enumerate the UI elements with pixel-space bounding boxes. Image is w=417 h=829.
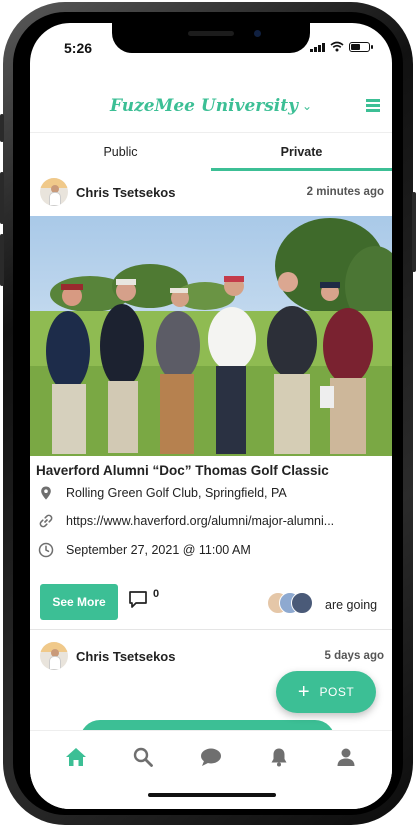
post-header: Chris Tsetsekos 2 minutes ago	[40, 177, 384, 207]
volume-down-button	[0, 234, 4, 286]
status-time: 5:26	[64, 40, 93, 56]
hamburger-menu-icon[interactable]	[366, 99, 380, 114]
post-time: 5 days ago	[324, 650, 384, 662]
app-screen: 5:26 FuzeMee University ⌄ Public Private…	[30, 23, 392, 809]
avatar[interactable]	[40, 178, 68, 206]
chat-icon	[200, 748, 221, 766]
post-divider	[30, 629, 392, 630]
attendee-avatars[interactable]	[267, 592, 313, 614]
event-location: Rolling Green Golf Club, Springfield, PA	[38, 482, 386, 504]
event-datetime-text: September 27, 2021 @ 11:00 AM	[66, 543, 251, 557]
see-more-button[interactable]: See More	[40, 584, 118, 620]
status-icons	[310, 41, 373, 52]
comment-button[interactable]: 0	[128, 588, 160, 609]
attendee-avatar	[291, 592, 313, 614]
link-icon	[39, 514, 53, 528]
battery-icon	[349, 41, 373, 52]
event-title[interactable]: Haverford Alumni “Doc” Thomas Golf Class…	[36, 463, 388, 478]
comment-icon	[129, 591, 147, 608]
avatar[interactable]	[40, 642, 68, 670]
comment-count: 0	[153, 588, 160, 600]
search-icon	[134, 747, 154, 767]
front-camera	[254, 30, 261, 37]
nav-messages[interactable]	[195, 741, 227, 773]
event-link[interactable]: https://www.haverford.org/alumni/major-a…	[38, 510, 386, 532]
event-datetime: September 27, 2021 @ 11:00 AM	[38, 539, 386, 561]
going-text: are going	[325, 598, 378, 612]
post-author[interactable]: Chris Tsetsekos	[76, 185, 307, 200]
home-indicator[interactable]	[148, 793, 276, 797]
profile-icon	[337, 748, 355, 766]
wifi-icon	[330, 41, 344, 52]
event-photo[interactable]	[30, 216, 392, 456]
post-header: Chris Tsetsekos 5 days ago	[40, 641, 384, 671]
bottom-nav	[30, 730, 392, 809]
notch	[112, 23, 310, 53]
feed-tabs: Public Private	[30, 135, 392, 171]
clock-icon	[38, 542, 54, 558]
mute-switch	[0, 114, 4, 142]
speaker-grille	[188, 31, 234, 36]
app-header: FuzeMee University ⌄	[30, 79, 392, 133]
nav-home[interactable]	[60, 741, 92, 773]
tab-private[interactable]: Private	[211, 135, 392, 171]
post-fab-button[interactable]: + POST	[276, 671, 376, 713]
university-switcher[interactable]: FuzeMee University ⌄	[110, 96, 312, 116]
volume-up-button	[0, 172, 4, 224]
event-location-text: Rolling Green Golf Club, Springfield, PA	[66, 486, 287, 500]
home-icon	[65, 748, 86, 766]
post-fab-label: POST	[319, 685, 355, 699]
cellular-signal-icon	[310, 42, 325, 52]
nav-notifications[interactable]	[263, 741, 295, 773]
nav-profile[interactable]	[330, 741, 362, 773]
location-pin-icon	[41, 486, 51, 500]
bell-icon	[271, 748, 287, 767]
plus-icon: +	[297, 681, 310, 703]
nav-search[interactable]	[127, 741, 159, 773]
post-author[interactable]: Chris Tsetsekos	[76, 649, 325, 664]
tab-public[interactable]: Public	[30, 135, 211, 171]
app-title: FuzeMee University	[109, 95, 298, 116]
post-time: 2 minutes ago	[306, 186, 384, 198]
event-link-text[interactable]: https://www.haverford.org/alumni/major-a…	[66, 514, 334, 528]
power-button	[412, 192, 416, 272]
phone-frame: 5:26 FuzeMee University ⌄ Public Private…	[0, 2, 416, 825]
chevron-down-icon: ⌄	[301, 98, 313, 113]
